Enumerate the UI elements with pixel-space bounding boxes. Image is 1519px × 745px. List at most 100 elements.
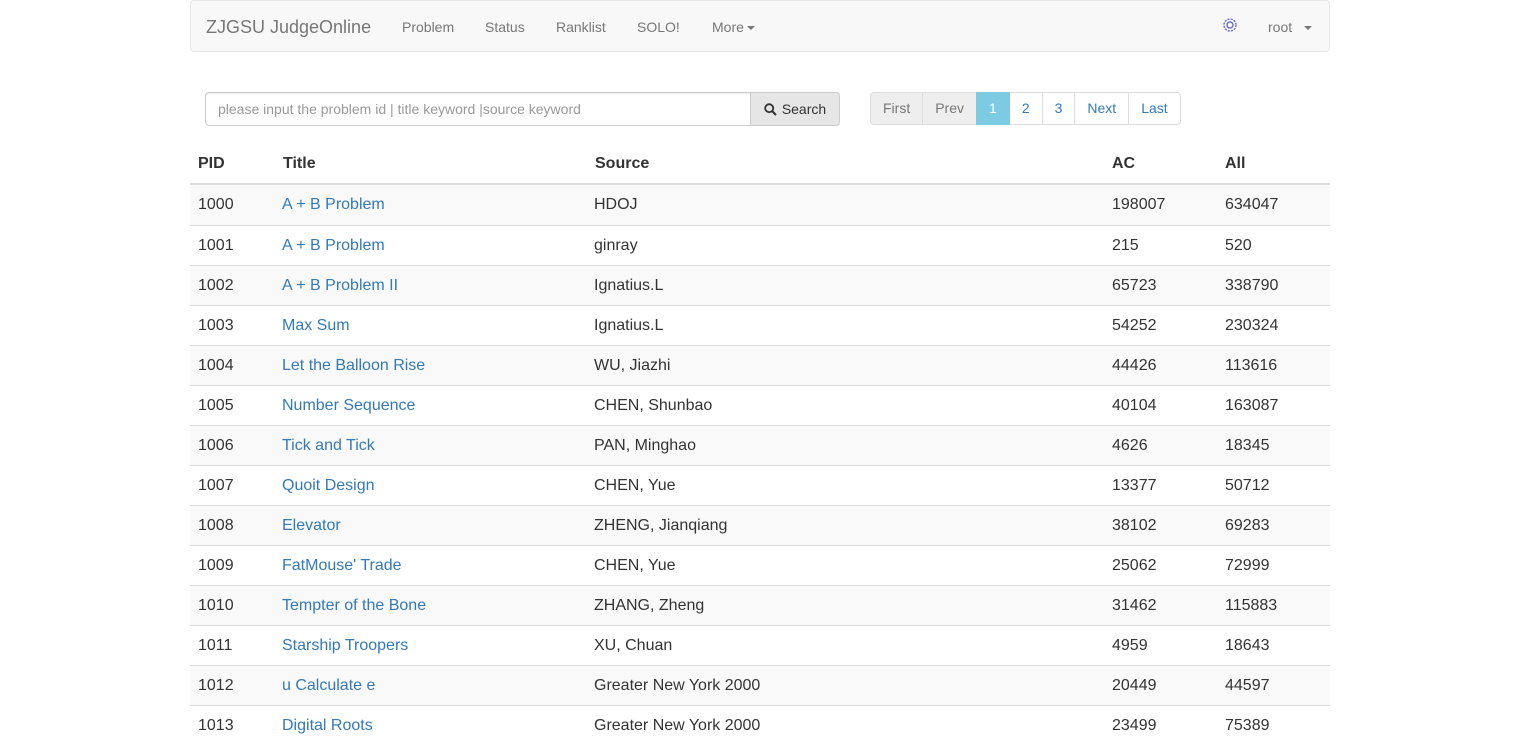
problem-title-link[interactable]: A + B Problem bbox=[282, 195, 385, 215]
cell-pid: 1011 bbox=[198, 637, 233, 654]
problem-title-link[interactable]: Let the Balloon Rise bbox=[282, 356, 425, 376]
problem-title-link[interactable]: A + B Problem II bbox=[282, 276, 398, 296]
cell-all: 69283 bbox=[1225, 517, 1270, 534]
table-row: 1013 Digital Roots Greater New York 2000 23… bbox=[190, 705, 1330, 745]
problem-title-link[interactable]: Elevator bbox=[282, 516, 341, 536]
cell-ac: 25062 bbox=[1112, 557, 1157, 574]
table-row: 1008 Elevator ZHENG, Jianqiang 38102 69283 bbox=[190, 505, 1330, 545]
table-row: 1003 Max Sum Ignatius.L 54252 230324 bbox=[190, 305, 1330, 345]
nav-problem[interactable]: Problem bbox=[402, 18, 454, 36]
cell-ac: 65723 bbox=[1112, 277, 1157, 294]
cell-source: Ignatius.L bbox=[594, 277, 664, 294]
cell-source: Greater New York 2000 bbox=[594, 677, 761, 694]
table-row: 1002 A + B Problem II Ignatius.L 65723 33879… bbox=[190, 265, 1330, 305]
cell-all: 50712 bbox=[1225, 477, 1270, 494]
problem-title-link[interactable]: Max Sum bbox=[282, 316, 350, 336]
nav-ranklist[interactable]: Ranklist bbox=[556, 18, 606, 36]
cell-pid: 1009 bbox=[198, 557, 234, 574]
search-button-label: Search bbox=[781, 101, 827, 117]
table-row: 1012 u Calculate e Greater New York 2000 20… bbox=[190, 665, 1330, 705]
nav-solo[interactable]: SOLO! bbox=[637, 18, 680, 36]
cell-source: WU, Jiazhi bbox=[594, 357, 671, 374]
cell-source: CHEN, Yue bbox=[594, 477, 676, 494]
table-row: 1004 Let the Balloon Rise WU, Jiazhi 44426 1… bbox=[190, 345, 1330, 385]
cell-all: 520 bbox=[1225, 237, 1252, 254]
cell-all: 72999 bbox=[1225, 557, 1270, 574]
cell-pid: 1001 bbox=[198, 237, 234, 254]
cell-source: Ignatius.L bbox=[594, 317, 664, 334]
header-title: Title bbox=[283, 155, 316, 172]
cell-ac: 215 bbox=[1112, 237, 1139, 254]
page-2[interactable]: 2 bbox=[1008, 92, 1043, 125]
cell-pid: 1004 bbox=[198, 357, 234, 374]
cell-ac: 4959 bbox=[1112, 637, 1148, 654]
cell-pid: 1003 bbox=[198, 317, 234, 334]
cell-ac: 31462 bbox=[1112, 597, 1157, 614]
nav-more-dropdown[interactable]: More bbox=[712, 18, 755, 36]
problem-title-link[interactable]: FatMouse' Trade bbox=[282, 556, 402, 576]
caret-down-icon bbox=[746, 26, 755, 31]
cell-all: 44597 bbox=[1225, 677, 1270, 694]
cell-source: XU, Chuan bbox=[594, 637, 673, 654]
cell-pid: 1006 bbox=[198, 437, 234, 454]
cell-pid: 1008 bbox=[198, 517, 234, 534]
table-row: 1011 Starship Troopers XU, Chuan 4959 18643 bbox=[190, 625, 1330, 665]
page-prev[interactable]: Prev bbox=[922, 92, 978, 125]
nav-status[interactable]: Status bbox=[485, 18, 525, 36]
brand-link[interactable]: ZJGSU JudgeOnline bbox=[206, 16, 371, 38]
cell-ac: 23499 bbox=[1112, 717, 1157, 734]
problem-title-link[interactable]: Starship Troopers bbox=[282, 636, 408, 656]
cell-source: CHEN, Shunbao bbox=[594, 397, 713, 414]
problem-title-link[interactable]: Number Sequence bbox=[282, 396, 415, 416]
cell-source: Greater New York 2000 bbox=[594, 717, 761, 734]
cell-ac: 44426 bbox=[1112, 357, 1157, 374]
problem-title-link[interactable]: A + B Problem bbox=[282, 236, 385, 256]
table-row: 1006 Tick and Tick PAN, Minghao 4626 18345 bbox=[190, 425, 1330, 465]
problem-title-link[interactable]: Quoit Design bbox=[282, 476, 375, 496]
cell-all: 115883 bbox=[1225, 597, 1278, 614]
page-first[interactable]: First bbox=[870, 92, 924, 125]
cell-all: 634047 bbox=[1225, 196, 1279, 213]
cell-ac: 198007 bbox=[1112, 196, 1166, 213]
table-row: 1010 Tempter of the Bone ZHANG, Zheng 31462… bbox=[190, 585, 1330, 625]
header-source: Source bbox=[595, 155, 650, 172]
cell-all: 230324 bbox=[1225, 317, 1279, 334]
navbar: ZJGSU JudgeOnline Problem Status Ranklis… bbox=[190, 0, 1330, 52]
caret-down-icon bbox=[1304, 26, 1313, 31]
page-1[interactable]: 1 bbox=[976, 92, 1010, 125]
table-row: 1007 Quoit Design CHEN, Yue 13377 50712 bbox=[190, 465, 1330, 505]
cell-ac: 20449 bbox=[1112, 677, 1157, 694]
cell-source: HDOJ bbox=[594, 196, 638, 213]
problem-title-link[interactable]: Tempter of the Bone bbox=[282, 596, 426, 616]
table-row: 1009 FatMouse' Trade CHEN, Yue 25062 72999 bbox=[190, 545, 1330, 585]
problem-title-link[interactable]: u Calculate e bbox=[282, 676, 375, 696]
user-name: root bbox=[1268, 19, 1293, 35]
cell-all: 75389 bbox=[1225, 717, 1270, 734]
cell-ac: 4626 bbox=[1112, 437, 1148, 454]
cell-all: 338790 bbox=[1225, 277, 1279, 294]
cell-pid: 1013 bbox=[198, 717, 234, 734]
page-3[interactable]: 3 bbox=[1041, 92, 1076, 125]
table-body: 1000 A + B Problem HDOJ 198007 634047 1001 A +… bbox=[190, 185, 1330, 745]
header-ac: AC bbox=[1112, 155, 1136, 172]
search-button[interactable]: Search bbox=[750, 92, 840, 126]
cell-source: ZHENG, Jianqiang bbox=[594, 517, 728, 534]
gear-icon[interactable] bbox=[1221, 16, 1239, 34]
cell-source: ZHANG, Zheng bbox=[594, 597, 705, 614]
problem-table: PID Title Source AC All 1000 A + B Proble… bbox=[190, 144, 1330, 745]
user-menu-dropdown[interactable]: root bbox=[1268, 18, 1313, 36]
search-input[interactable] bbox=[205, 92, 751, 126]
header-all: All bbox=[1225, 155, 1246, 172]
cell-pid: 1002 bbox=[198, 277, 234, 294]
problem-title-link[interactable]: Digital Roots bbox=[282, 716, 373, 736]
problem-title-link[interactable]: Tick and Tick bbox=[282, 436, 375, 456]
page-last[interactable]: Last bbox=[1128, 92, 1181, 125]
table-header: PID Title Source AC All bbox=[190, 144, 1330, 185]
page-next[interactable]: Next bbox=[1074, 92, 1130, 125]
cell-all: 18345 bbox=[1225, 437, 1270, 454]
cell-source: PAN, Minghao bbox=[594, 437, 696, 454]
cell-source: CHEN, Yue bbox=[594, 557, 676, 574]
cell-all: 113616 bbox=[1225, 357, 1278, 374]
header-pid: PID bbox=[198, 155, 225, 172]
search-icon bbox=[764, 102, 777, 116]
